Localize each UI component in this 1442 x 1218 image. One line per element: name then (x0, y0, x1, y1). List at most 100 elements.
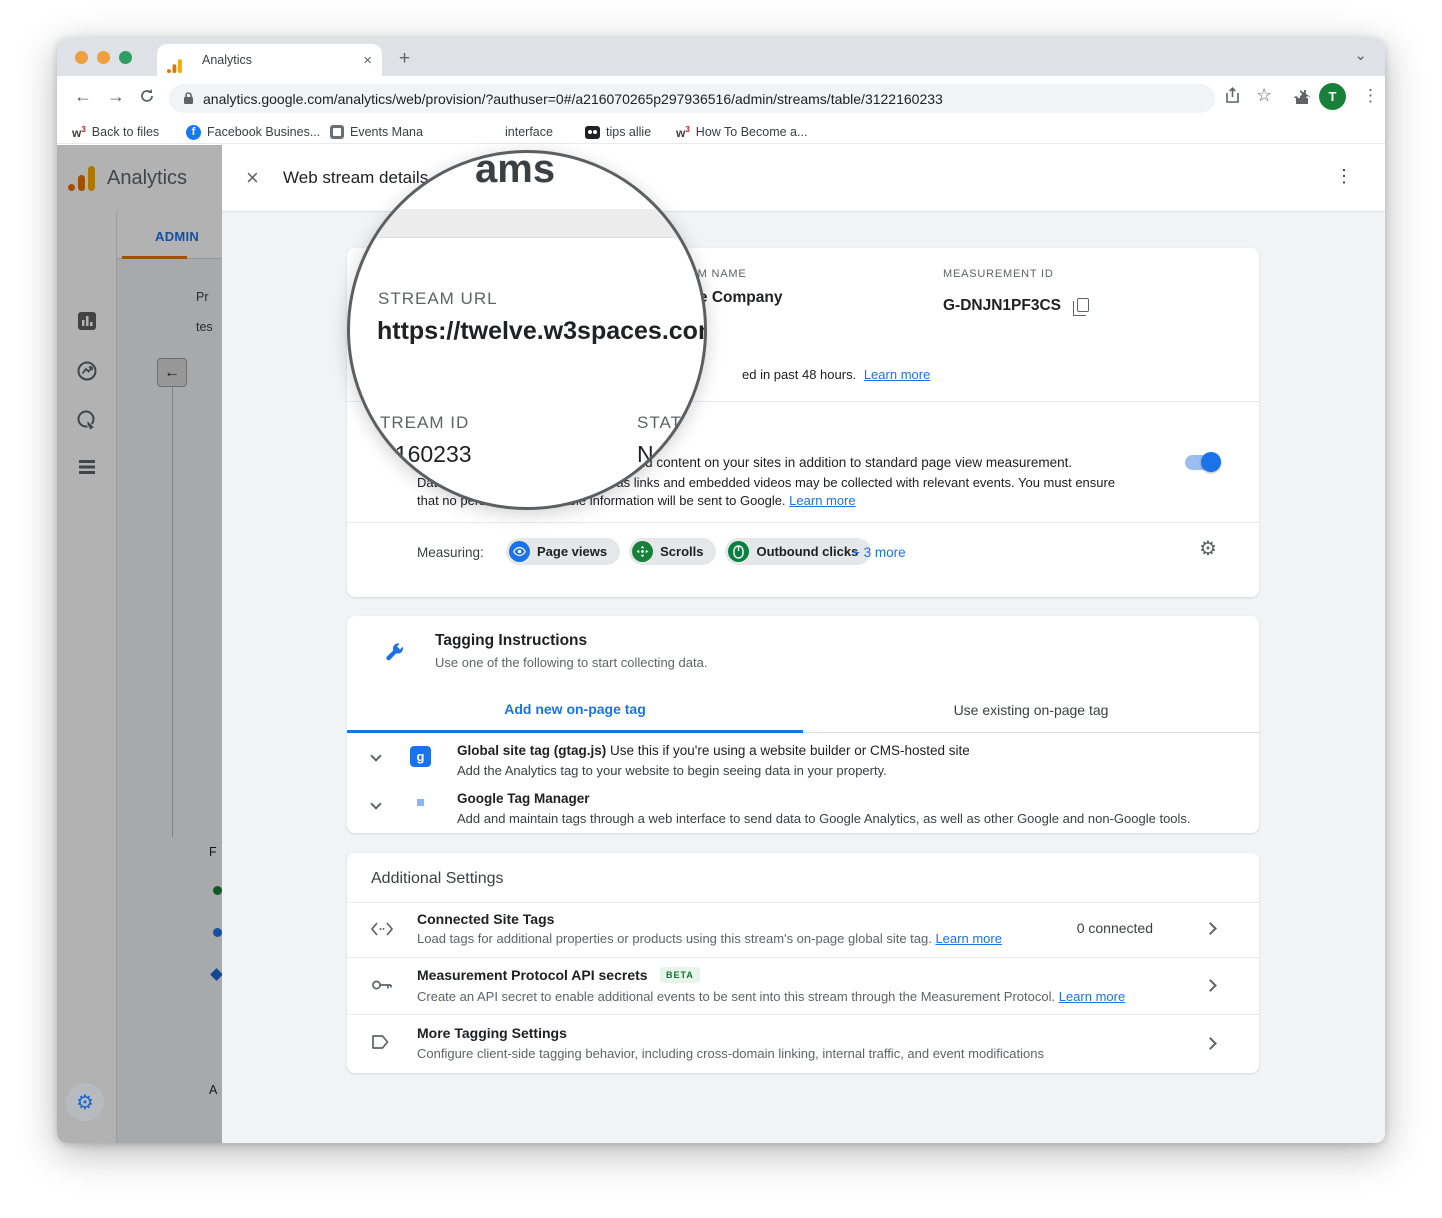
modal-menu-kebab-icon[interactable]: ⋮ (1335, 166, 1353, 187)
more-measurements-link[interactable]: + 3 more (852, 545, 906, 560)
tagging-title: Tagging Instructions (435, 632, 588, 649)
more-tagging-desc: Configure client-side tagging behavior, … (417, 1046, 1044, 1061)
tab-strip-chevron-icon[interactable]: ⌄ (1354, 46, 1367, 64)
admin-gear-icon[interactable]: ⚙ (66, 1083, 104, 1121)
magnifier-overlay: ams STREAM URL https://twelve.w3spaces.c… (347, 150, 707, 510)
tab-close-icon[interactable]: × (363, 52, 372, 69)
browser-avatar[interactable]: T (1319, 83, 1346, 110)
enhanced-learn-more-link[interactable]: Learn more (789, 493, 855, 508)
forward-button[interactable]: → (107, 86, 125, 107)
bookmark-facebook-business[interactable]: f Facebook Busines... (186, 122, 320, 142)
tab-add-new-on-page-tag[interactable]: Add new on-page tag (347, 687, 803, 733)
measurement-settings-gear-icon[interactable]: ⚙ (1199, 536, 1217, 561)
wrench-icon (383, 642, 405, 664)
additional-settings-title: Additional Settings (371, 870, 504, 887)
bookmark-events-manager[interactable]: Events Mana (330, 122, 423, 142)
gtag-icon: g (410, 746, 431, 767)
magnified-heading-fragment: ams (475, 150, 556, 191)
bookmark-interface[interactable]: interface (505, 122, 553, 142)
row-connected-site-tags[interactable]: Connected Site Tags Load tags for additi… (347, 902, 1259, 958)
label-tag-icon (371, 1034, 389, 1050)
magnified-status-label: STAT (637, 413, 682, 432)
gtag-expander-chevron-icon[interactable] (370, 750, 382, 762)
analytics-background-page: Analytics ADMIN Pr tes ← F A ⚙ (57, 145, 223, 1143)
url-text: analytics.google.com/analytics/web/provi… (203, 90, 943, 107)
enhanced-measurement-toggle[interactable] (1185, 452, 1221, 472)
modal-title: Web stream details (283, 168, 429, 187)
back-button[interactable]: ← (74, 86, 92, 107)
copy-icon[interactable] (1073, 298, 1090, 316)
magnified-stream-url-label: STREAM URL (378, 289, 498, 308)
browser-tab[interactable]: Analytics × (157, 44, 382, 76)
tagging-tabs: Add new on-page tag Use existing on-page… (347, 687, 1259, 733)
traffic-light-zoom[interactable] (119, 51, 132, 64)
tagging-subtitle: Use one of the following to start collec… (435, 655, 708, 670)
measurement-id-label: MEASUREMENT ID (943, 268, 1054, 280)
gtm-expander-chevron-icon[interactable] (370, 798, 382, 810)
extensions-puzzle-icon[interactable] (1294, 89, 1310, 105)
connected-site-tags-title: Connected Site Tags (417, 911, 555, 927)
measurement-id-field: MEASUREMENT ID G-DNJN1PF3CS (943, 268, 1090, 316)
bookmark-back-to-files[interactable]: w3 Back to files (72, 122, 159, 142)
w3schools-icon: w3 (72, 124, 86, 140)
browser-toolbar: ← → analytics.google.com/analytics/web/p… (57, 76, 1385, 120)
measurement-protocol-desc: Create an API secret to enable additiona… (417, 989, 1126, 1004)
scrolls-icon (632, 541, 654, 562)
code-tag-icon (371, 922, 393, 936)
page-views-eye-icon (509, 541, 530, 562)
magnified-stream-url-value: https://twelve.w3spaces.com (377, 317, 707, 345)
browser-menu-kebab-icon[interactable]: ⋮ (1362, 86, 1379, 106)
badge-scrolls[interactable]: Scrolls (629, 538, 717, 565)
tab-favicon-analytics-icon (167, 58, 182, 73)
tagging-instructions-card: Tagging Instructions Use one of the foll… (347, 616, 1259, 833)
w3schools-icon: w3 (676, 124, 690, 140)
gtm-subtitle: Add and maintain tags through a web inte… (457, 811, 1191, 826)
new-tab-button[interactable]: + (399, 48, 410, 70)
chevron-right-icon (1204, 1037, 1217, 1050)
analytics-app: Analytics ADMIN Pr tes ← F A ⚙ × Web str… (57, 145, 1385, 1143)
connected-site-tags-desc: Load tags for additional properties or p… (417, 931, 1002, 946)
traffic-light-minimize[interactable] (97, 51, 110, 64)
measuring-badges: Page views Scrolls Outbound clicks (506, 538, 872, 565)
magnified-status-value: No (637, 441, 667, 467)
measuring-label: Measuring: (417, 545, 484, 560)
gtag-title: Global site tag (gtag.js) (457, 743, 607, 758)
bookmark-how-to-become[interactable]: w3 How To Become a... (676, 122, 807, 142)
row-more-tagging-settings[interactable]: More Tagging Settings Configure client-s… (347, 1015, 1259, 1073)
desktop-background: Analytics × + ⌄ ← → analytics.google.com… (0, 0, 1442, 1218)
facebook-icon: f (186, 124, 201, 140)
reload-button[interactable] (139, 88, 155, 104)
badge-page-views[interactable]: Page views (506, 538, 621, 565)
bookmark-tips-allie[interactable]: tips allie (585, 122, 651, 142)
measurement-protocol-title: Measurement Protocol API secrets (417, 967, 648, 983)
status-learn-more-link[interactable]: Learn more (864, 367, 930, 382)
gtag-subtitle: Add the Analytics tag to your website to… (457, 763, 887, 778)
magnified-stream-id-value: 2160233 (382, 441, 472, 467)
more-tagging-title: More Tagging Settings (417, 1025, 567, 1041)
key-icon (371, 978, 393, 992)
traffic-light-close[interactable] (75, 51, 88, 64)
connected-learn-more-link[interactable]: Learn more (935, 931, 1001, 946)
tab-use-existing-on-page-tag[interactable]: Use existing on-page tag (803, 687, 1259, 733)
share-icon[interactable] (1225, 87, 1240, 104)
address-bar[interactable]: analytics.google.com/analytics/web/provi… (169, 84, 1215, 113)
chevron-right-icon (1204, 922, 1217, 935)
measurement-id-value: G-DNJN1PF3CS (943, 297, 1061, 314)
additional-settings-card: Additional Settings Connected Site Tags … (347, 853, 1259, 1073)
padlock-icon (183, 92, 194, 105)
magnified-stream-id-label: TREAM ID (380, 413, 470, 432)
modal-header: × Web stream details ⋮ (222, 145, 1385, 212)
row-measurement-protocol[interactable]: Measurement Protocol API secrets BETA Cr… (347, 958, 1259, 1015)
close-icon[interactable]: × (246, 165, 259, 191)
stream-status-text: ed in past 48 hours. Learn more (742, 367, 931, 382)
protocol-learn-more-link[interactable]: Learn more (1059, 989, 1125, 1004)
card-divider (347, 522, 1259, 523)
tab-strip: Analytics × + ⌄ (57, 38, 1385, 76)
events-manager-icon (330, 125, 344, 139)
gtm-title: Google Tag Manager (457, 791, 590, 806)
beta-badge: BETA (660, 967, 700, 983)
badge-outbound-clicks[interactable]: Outbound clicks (725, 538, 872, 565)
connected-count: 0 connected (1076, 920, 1153, 936)
bookmark-star-icon[interactable]: ☆ (1256, 85, 1272, 106)
magnified-header-band (350, 209, 704, 238)
